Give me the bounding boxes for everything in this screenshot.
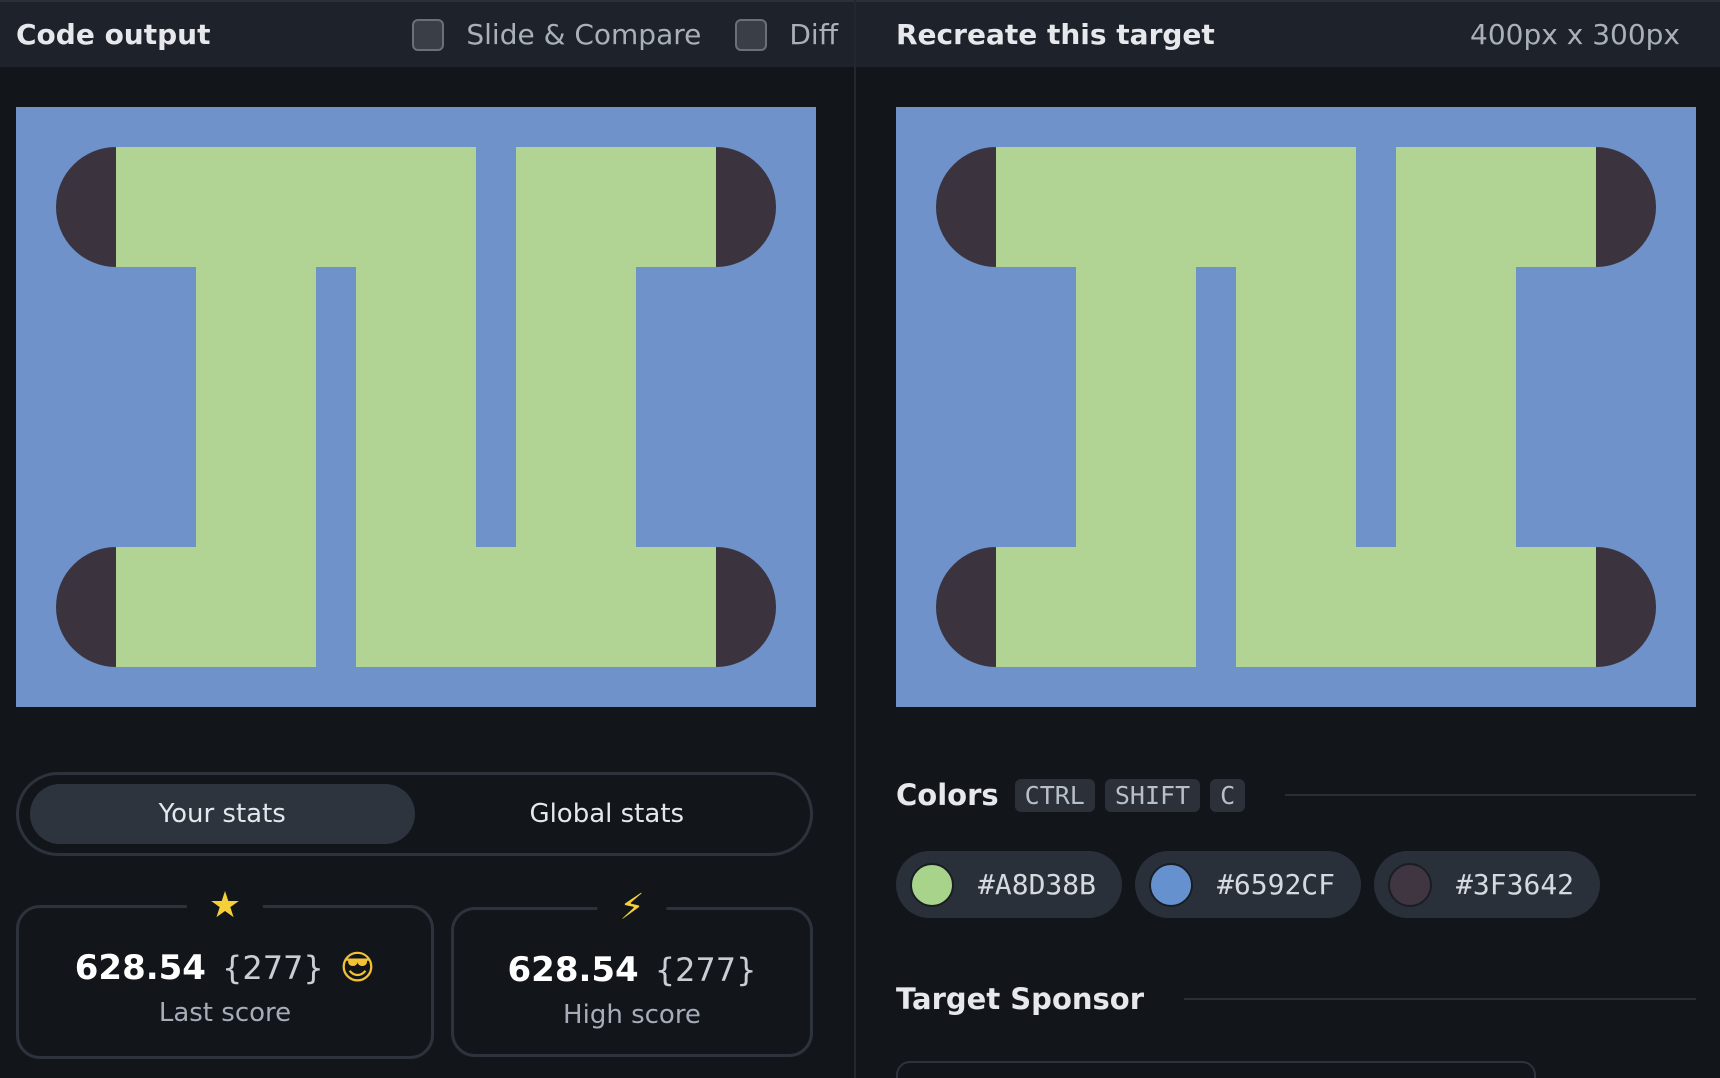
color-swatch-green[interactable]: #A8D38B — [896, 851, 1123, 918]
last-score-label: Last score — [158, 998, 292, 1028]
target-shape — [896, 107, 1696, 707]
target-title: Recreate this target — [896, 18, 1215, 51]
colors-title: Colors — [896, 778, 999, 812]
diff-label: Diff — [789, 18, 838, 51]
lightning-icon: ⚡ — [597, 880, 667, 936]
target-header: Recreate this target 400px x 300px — [856, 0, 1720, 67]
sponsor-header-rule — [1184, 998, 1696, 1000]
last-score-card: ★ 628.54 {277} 😎 Last score — [16, 878, 434, 1059]
diff-checkbox[interactable] — [735, 18, 768, 51]
tab-your-stats[interactable]: Your stats — [30, 784, 415, 844]
high-score-value: 628.54 — [507, 950, 639, 990]
high-score-card: ⚡ 628.54 {277} High score — [451, 880, 813, 1057]
color-swatch-dark[interactable]: #3F3642 — [1374, 851, 1601, 918]
view-toggles: Slide & Compare Diff — [378, 18, 838, 51]
sponsor-box[interactable] — [896, 1061, 1536, 1078]
color-swatch-blue[interactable]: #6592CF — [1135, 851, 1362, 918]
colors-header-rule — [1285, 794, 1696, 796]
slide-compare-checkbox[interactable] — [412, 18, 445, 51]
swatch-hex-blue: #6592CF — [1217, 868, 1336, 901]
high-score-chars: {277} — [654, 951, 757, 989]
slide-compare-label: Slide & Compare — [466, 18, 702, 51]
code-output-canvas[interactable] — [16, 107, 816, 707]
swatch-dot-green — [910, 862, 954, 907]
tab-global-stats[interactable]: Global stats — [415, 784, 800, 844]
shortcut-key-c: C — [1210, 778, 1246, 812]
stats-tabs: Your stats Global stats — [16, 772, 813, 856]
shortcut-key-shift: SHIFT — [1104, 778, 1201, 812]
swatch-hex-dark: #3F3642 — [1456, 868, 1575, 901]
swatch-dot-blue — [1149, 862, 1194, 907]
slide-compare-toggle[interactable]: Slide & Compare — [412, 18, 701, 51]
code-output-title: Code output — [16, 18, 211, 51]
sponsor-header: Target Sponsor — [896, 982, 1696, 1016]
last-score-value: 628.54 — [74, 948, 206, 988]
target-dimensions: 400px x 300px — [1470, 18, 1680, 51]
star-icon: ★ — [186, 878, 264, 934]
sponsor-title: Target Sponsor — [896, 982, 1145, 1016]
shortcut-key-ctrl: CTRL — [1014, 778, 1095, 812]
panel-divider — [854, 0, 856, 1078]
diff-toggle[interactable]: Diff — [735, 18, 838, 51]
swatch-hex-green: #A8D38B — [978, 868, 1097, 901]
last-score-chars: {277} — [221, 949, 324, 987]
sunglasses-emoji-icon: 😎 — [339, 948, 376, 988]
target-canvas[interactable] — [896, 107, 1696, 707]
swatch-dot-dark — [1388, 862, 1433, 907]
high-score-label: High score — [563, 1000, 701, 1030]
code-output-header: Code output Slide & Compare Diff — [0, 0, 854, 67]
color-swatches: #A8D38B #6592CF #3F3642 — [896, 851, 1613, 918]
colors-header: Colors CTRL SHIFT C — [896, 778, 1696, 812]
output-shape — [16, 107, 816, 707]
